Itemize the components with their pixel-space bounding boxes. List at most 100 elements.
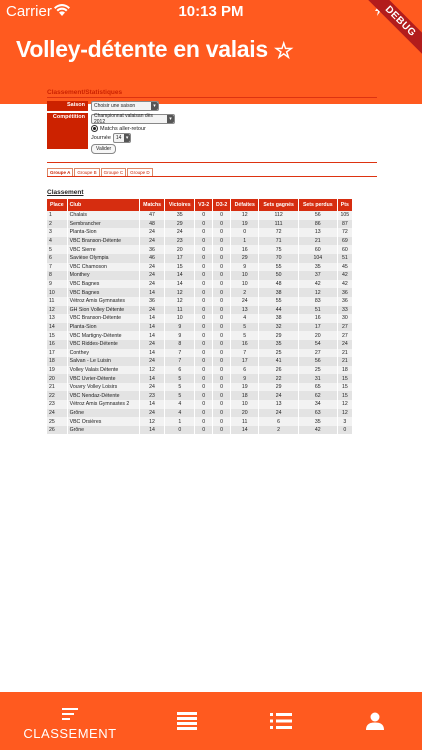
table-cell: 14 — [139, 348, 166, 358]
table-cell: Planta-Sion — [67, 228, 140, 237]
tab-groupe-a[interactable]: Groupe A — [47, 168, 74, 176]
table-cell: 37 — [298, 271, 338, 280]
saison-select[interactable]: Choisir une saison ▾ — [91, 101, 159, 111]
table-cell: 62 — [298, 391, 338, 401]
table-row: 13 VBC Branson-Détente 14 10 0 0 4 38 16 30 — [47, 314, 354, 323]
table-cell: 23 — [139, 391, 166, 401]
table-cell: 14 — [164, 279, 196, 289]
table-cell: 4 — [47, 236, 68, 246]
table-cell: 1 — [230, 236, 260, 246]
journee-select[interactable]: 14 ▾ — [112, 133, 131, 143]
column-header: Sets gagnés — [258, 199, 299, 211]
table-cell: 0 — [212, 331, 232, 340]
table-row: 9 VBC Bagnes 24 14 0 0 10 48 42 42 — [47, 279, 354, 289]
table-cell: 20 — [47, 374, 68, 383]
table-cell: 10 — [230, 279, 260, 289]
table-cell: VBC Branson-Détente — [67, 236, 140, 246]
table-row: 20 VBC Uvrier-Détente 14 5 0 0 9 22 31 15 — [47, 374, 354, 383]
table-cell: 3 — [47, 228, 68, 237]
table-cell: VBC Martigny-Détente — [67, 331, 140, 340]
table-cell: 35 — [298, 262, 338, 272]
table-cell: 0 — [194, 314, 214, 323]
table-cell: 35 — [164, 211, 196, 220]
table-cell: 6 — [230, 365, 260, 375]
table-cell: 8 — [164, 339, 196, 349]
nav-classement-label: CLASSEMENT — [23, 726, 117, 741]
table-cell: 13 — [298, 228, 338, 237]
table-cell: 21 — [298, 236, 338, 246]
nav-classement[interactable]: CLASSEMENT — [20, 692, 120, 750]
table-cell: 14 — [139, 400, 166, 409]
table-cell: 25 — [258, 348, 299, 358]
table-cell: 0 — [212, 391, 232, 401]
table-cell: 4 — [164, 408, 196, 418]
table-cell: 3 — [337, 417, 354, 426]
nav-profile[interactable] — [364, 692, 386, 750]
table-cell: 0 — [337, 425, 354, 435]
divider — [47, 162, 377, 163]
web-content: Classement/Statistiques Saison Choisir u… — [47, 89, 377, 435]
table-cell: Savièse Olympia — [67, 253, 140, 263]
table-cell: 10 — [230, 400, 260, 409]
table-cell: 12 — [47, 305, 68, 315]
table-cell: 42 — [337, 279, 354, 289]
tab-groupe-d[interactable]: Groupe D — [127, 168, 153, 176]
table-cell: 0 — [212, 296, 232, 306]
table-cell: Grône — [67, 408, 140, 418]
person-icon — [366, 712, 384, 730]
nav-list[interactable] — [176, 692, 198, 750]
table-cell: 24 — [139, 228, 166, 237]
table-row: 2 Sembrancher 48 29 0 0 19 111 86 87 — [47, 219, 354, 229]
column-header: Pts — [337, 199, 354, 211]
table-cell: 0 — [194, 219, 214, 229]
table-cell: 11 — [164, 305, 196, 315]
table-cell: 2 — [230, 288, 260, 297]
table-cell: Vétroz Amis Gymnastes — [67, 296, 140, 306]
aller-retour-radio[interactable] — [91, 125, 98, 132]
table-cell: 33 — [337, 305, 354, 315]
table-row: 3 Planta-Sion 24 24 0 0 0 72 13 72 — [47, 228, 354, 237]
table-cell: 72 — [337, 228, 354, 237]
chevron-down-icon: ▾ — [167, 115, 174, 123]
competition-select[interactable]: Championnat valaisan dès 2012 ▾ — [91, 113, 175, 125]
table-cell: 0 — [212, 228, 232, 237]
valider-button[interactable]: Valider — [91, 144, 117, 154]
table-cell: 24 — [337, 339, 354, 349]
table-cell: 18 — [47, 357, 68, 366]
table-cell: 0 — [194, 211, 214, 220]
table-cell: 36 — [139, 245, 166, 254]
table-cell: 0 — [194, 400, 214, 409]
table-cell: 75 — [258, 245, 299, 254]
nav-bullet-list[interactable] — [270, 692, 292, 750]
table-cell: 35 — [258, 339, 299, 349]
star-icon[interactable]: ☆ — [274, 38, 294, 64]
chevron-down-icon: ▾ — [124, 134, 130, 142]
table-cell: 0 — [212, 357, 232, 366]
table-header: Place Club Matchs Victoires V3-2 D3-2 Défaites… — [47, 199, 354, 211]
table-cell: 42 — [298, 425, 338, 435]
table-row: 15 VBC Martigny-Détente 14 9 0 0 5 29 20 27 — [47, 331, 354, 340]
table-cell: VBC Sierre — [67, 245, 140, 254]
table-cell: 14 — [139, 331, 166, 340]
section-title: Classement/Statistiques — [47, 89, 377, 98]
table-body: 1 Chalais 47 35 0 0 12 112 56 105 2 Sembrancher 48 29… — [47, 211, 354, 435]
table-cell: 24 — [258, 408, 299, 418]
status-bar: Carrier 10:13 PM DEBUG — [0, 0, 422, 65]
table-cell: 48 — [258, 279, 299, 289]
tab-groupe-c[interactable]: Groupe C — [100, 168, 127, 176]
table-cell: 104 — [298, 253, 338, 263]
table-cell: 16 — [47, 339, 68, 349]
table-cell: 12 — [337, 400, 354, 409]
table-cell: 45 — [337, 262, 354, 272]
table-cell: 13 — [47, 314, 68, 323]
table-row: 25 VBC Orsières 12 1 0 0 11 6 35 3 — [47, 417, 354, 426]
table-cell: 26 — [47, 425, 68, 435]
table-cell: 83 — [298, 296, 338, 306]
table-cell: 27 — [298, 348, 338, 358]
tab-groupe-b[interactable]: Groupe B — [74, 168, 100, 176]
table-cell: 0 — [194, 357, 214, 366]
aller-retour-label: Matchs aller-retour — [100, 125, 146, 132]
table-cell: 7 — [47, 262, 68, 272]
table-cell: Salvan - Le Luisin — [67, 357, 140, 366]
table-cell: 19 — [230, 219, 260, 229]
